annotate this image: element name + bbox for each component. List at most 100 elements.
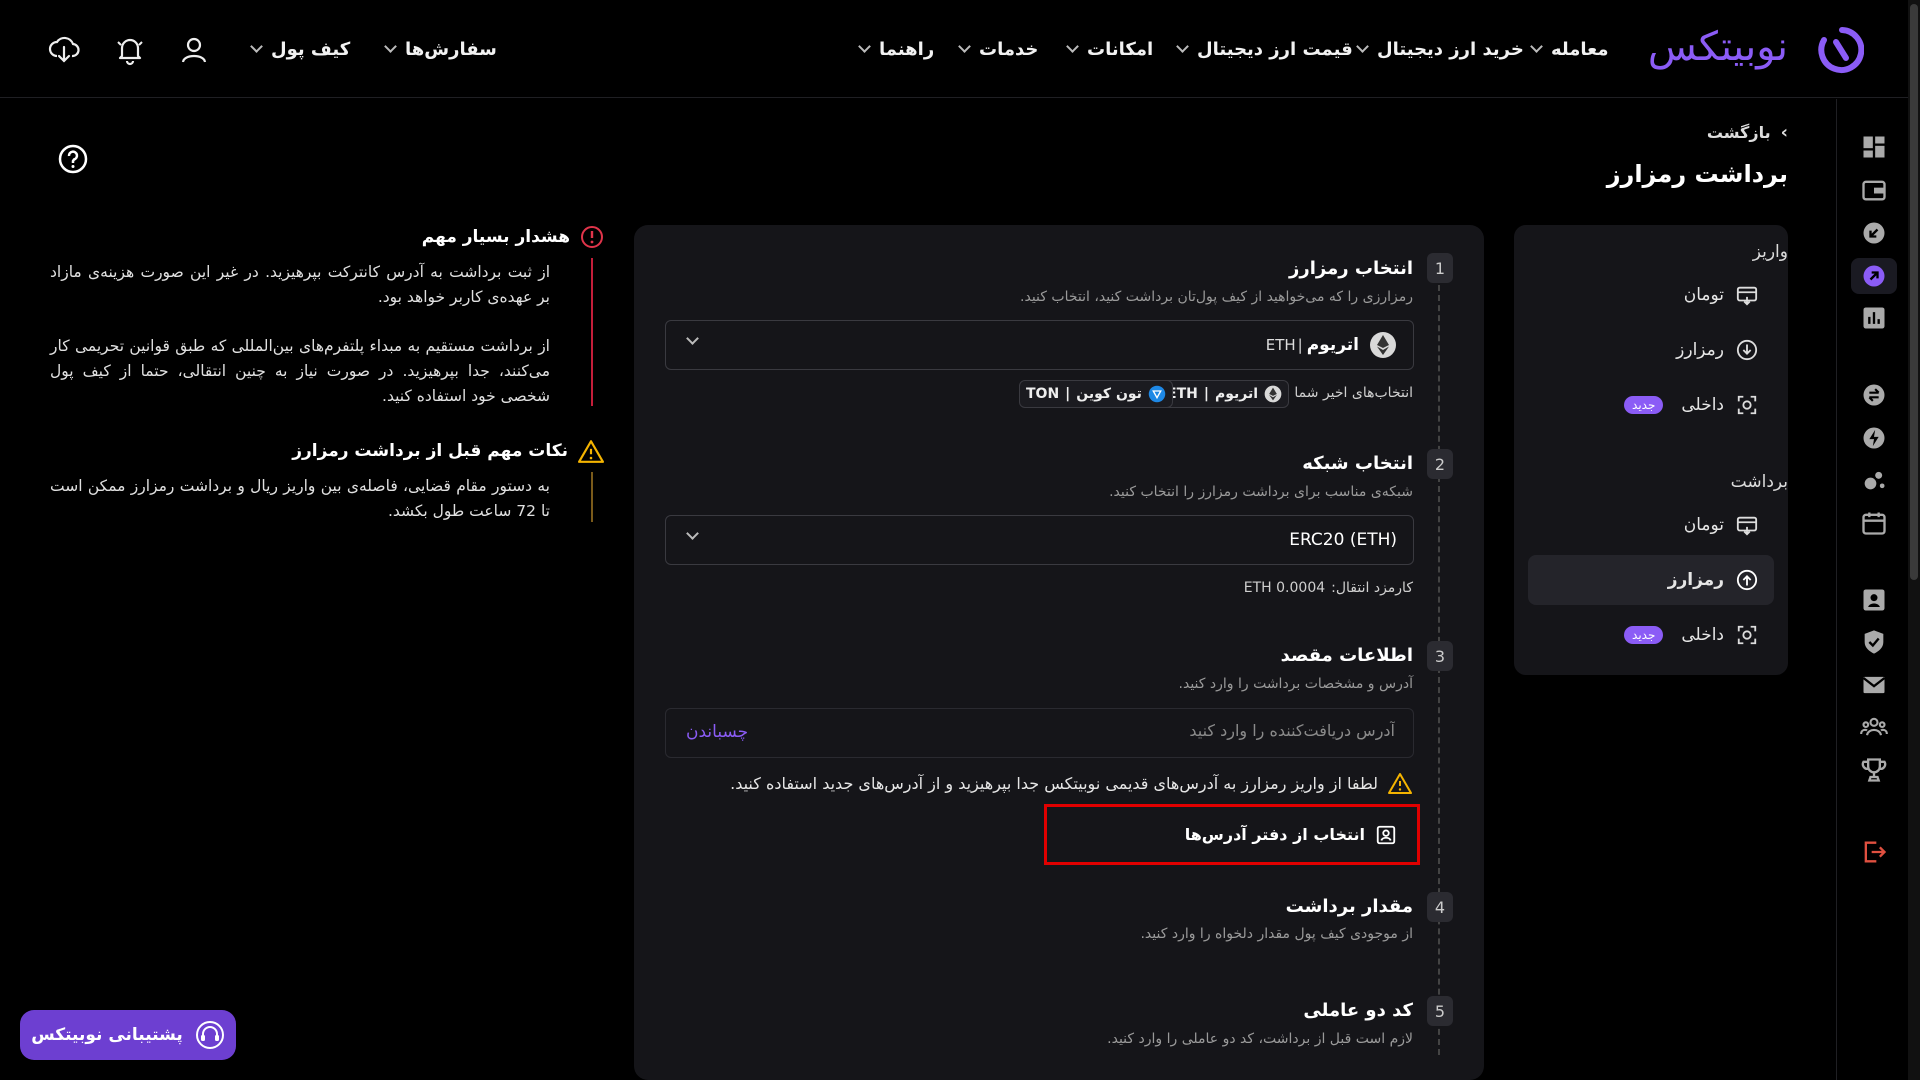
profile-card-icon[interactable] — [1860, 586, 1888, 614]
step-title: کد دو عاملی — [1303, 1000, 1413, 1021]
nav-buy-crypto-label: خرید ارز دیجیتال — [1377, 38, 1524, 60]
headset-icon — [195, 1021, 224, 1049]
nav-help-label: راهنما — [879, 38, 935, 60]
chevron-down-icon — [858, 40, 871, 53]
side-item-withdraw-toman[interactable]: تومان — [1528, 500, 1774, 550]
critical-warning-p1: از ثبت برداشت به آدرس کانترکت بپرهیزید. … — [50, 263, 550, 306]
side-item-withdraw-crypto[interactable]: رمزارز — [1528, 555, 1774, 605]
bell-icon[interactable] — [114, 34, 146, 66]
toncoin-icon — [1148, 385, 1166, 403]
nav-wallet[interactable]: کیف پول — [250, 36, 351, 62]
nav-features-label: امکانات — [1087, 38, 1154, 60]
nav-wallet-label: کیف پول — [271, 38, 351, 60]
page-title: برداشت رمزارز — [1606, 160, 1788, 188]
recent-chip-ton[interactable]: تون کوین | TON — [1019, 380, 1173, 408]
side-item-deposit-internal[interactable]: داخلی جدید — [1528, 380, 1774, 430]
back-label: بازگشت — [1706, 123, 1771, 142]
support-button[interactable]: پشتیبانی نوبیتکس — [20, 1010, 236, 1060]
recent-label: انتخاب‌های اخیر شما — [1294, 385, 1413, 401]
selected-coin-separator: | — [1297, 336, 1303, 354]
new-badge: جدید — [1624, 626, 1664, 644]
scan-icon — [1737, 395, 1757, 415]
referral-icon[interactable] — [1860, 713, 1888, 741]
shield-icon[interactable] — [1860, 628, 1888, 656]
step-title: مقدار برداشت — [1285, 896, 1413, 917]
nav-orders-label: سفارش‌ها — [405, 38, 497, 60]
selected-coin-symbol: ETH — [1265, 336, 1296, 354]
side-item-label: رمزارز — [1667, 570, 1724, 590]
chevron-down-icon — [686, 332, 699, 345]
lightning-icon[interactable] — [1860, 424, 1888, 452]
side-item-withdraw-internal[interactable]: داخلی جدید — [1528, 610, 1774, 660]
coin-select[interactable]: اتریوم | ETH — [665, 320, 1414, 370]
nav-services[interactable]: خدمات — [958, 36, 1038, 62]
nobitex-logo-icon[interactable] — [1812, 24, 1864, 76]
critical-warning-p2: از برداشت مستقیم به مبداء پلتفرم‌های بین… — [50, 337, 550, 405]
step-number: 4 — [1427, 892, 1453, 922]
back-link[interactable]: › بازگشت — [1707, 122, 1788, 143]
nav-trade[interactable]: معامله — [1530, 36, 1609, 62]
chevron-right-icon: › — [1780, 122, 1788, 143]
step-title: انتخاب شبکه — [1302, 453, 1413, 474]
selected-coin-name: اتریوم — [1306, 335, 1359, 355]
nav-features[interactable]: امکانات — [1066, 36, 1154, 62]
step-number: 1 — [1427, 253, 1453, 283]
bank-card-icon — [1736, 516, 1758, 536]
side-item-deposit-toman[interactable]: تومان — [1528, 270, 1774, 320]
warning-icon — [578, 440, 604, 463]
side-item-label: رمزارز — [1676, 340, 1724, 360]
crypto-up-icon — [1736, 569, 1758, 591]
wallet-icon[interactable] — [1860, 176, 1888, 204]
notes-p1: به دستور مقام قضایی، فاصله‌ی بین واریز ر… — [50, 477, 550, 520]
side-item-deposit-crypto[interactable]: رمزارز — [1528, 325, 1774, 375]
trophy-icon[interactable] — [1860, 756, 1888, 784]
network-select[interactable]: ERC20 (ETH) — [665, 515, 1414, 565]
step-description: لازم است قبل از برداشت، کد دو عاملی را و… — [1107, 1031, 1413, 1047]
notes-title-text: نکات مهم قبل از برداشت رمزارز — [292, 441, 568, 461]
fee-value: ETH 0.0004 — [1243, 580, 1326, 596]
withdraw-icon[interactable] — [1860, 262, 1888, 290]
calendar-icon[interactable] — [1860, 509, 1888, 537]
scrollbar-thumb[interactable] — [1910, 4, 1918, 580]
scan-icon — [1737, 625, 1757, 645]
address-field: چسباندن — [665, 708, 1414, 758]
chip-name: تون کوین — [1076, 386, 1142, 402]
ethereum-icon — [1370, 332, 1396, 358]
chevron-down-icon — [250, 40, 263, 53]
side-item-label: تومان — [1683, 285, 1724, 305]
paste-button[interactable]: چسباندن — [686, 722, 748, 742]
nav-crypto-price[interactable]: قیمت ارز دیجیتال — [1176, 36, 1353, 62]
top-navbar: نوبیتکس معامله خرید ارز دیجیتال قیمت ارز… — [0, 0, 1908, 98]
crypto-down-icon — [1736, 339, 1758, 361]
nav-trade-label: معامله — [1551, 38, 1609, 60]
address-input[interactable] — [875, 721, 1395, 740]
recent-chip-eth[interactable]: اتریوم | ETH — [1160, 380, 1290, 408]
chevron-down-icon — [958, 40, 971, 53]
dashboard-icon[interactable] — [1860, 133, 1888, 161]
user-icon[interactable] — [178, 34, 210, 66]
deposit-icon[interactable] — [1860, 219, 1888, 247]
address-warning-text: لطفا از واریز رمزارز به آدرس‌های قدیمی ن… — [730, 773, 1378, 793]
nav-orders[interactable]: سفارش‌ها — [384, 36, 497, 62]
convert-icon[interactable] — [1860, 381, 1888, 409]
alert-circle-icon — [581, 226, 603, 248]
help-icon[interactable] — [58, 144, 88, 174]
nav-buy-crypto[interactable]: خرید ارز دیجیتال — [1356, 36, 1524, 62]
bank-card-icon — [1736, 286, 1758, 306]
new-badge: جدید — [1624, 396, 1664, 414]
chart-icon[interactable] — [1860, 304, 1888, 332]
critical-warning-title: هشدار بسیار مهم — [422, 225, 604, 249]
staking-icon[interactable] — [1860, 466, 1888, 494]
warning-icon — [1388, 773, 1412, 794]
address-book-button[interactable]: انتخاب از دفتر آدرس‌ها — [1044, 804, 1420, 865]
logout-icon[interactable] — [1860, 838, 1888, 866]
nav-crypto-price-label: قیمت ارز دیجیتال — [1197, 38, 1353, 60]
mail-icon[interactable] — [1860, 671, 1888, 699]
step-description: از موجودی کیف پول مقدار دلخواه را وارد ک… — [1140, 926, 1413, 942]
support-label: پشتیبانی نوبیتکس — [31, 1025, 183, 1045]
side-item-label: داخلی — [1681, 395, 1724, 415]
step-description: آدرس و مشخصات برداشت را وارد کنید. — [1178, 676, 1413, 692]
brand-name[interactable]: نوبیتکس — [1648, 24, 1789, 70]
nav-help[interactable]: راهنما — [858, 36, 935, 62]
app-download-icon[interactable] — [48, 34, 80, 66]
